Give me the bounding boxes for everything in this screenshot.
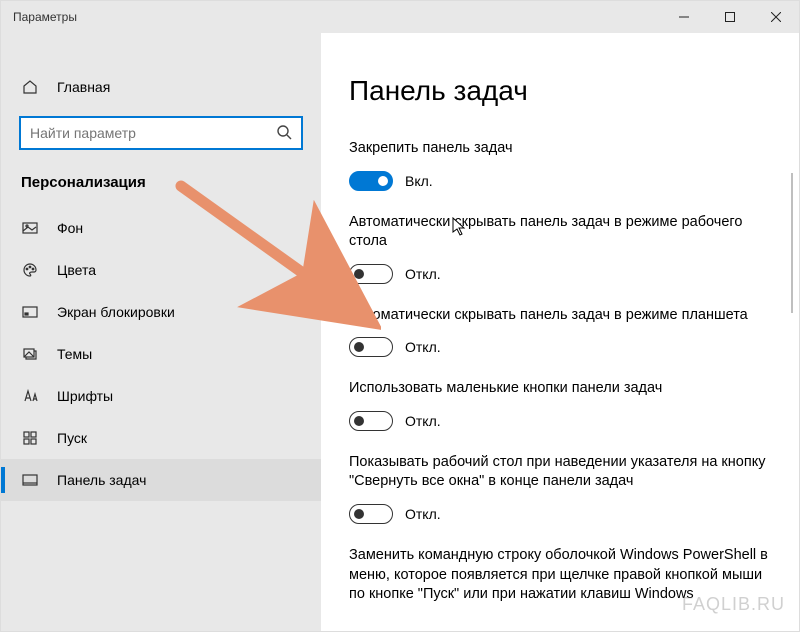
setting-label: Автоматически скрывать панель задач в ре… — [349, 213, 771, 252]
sidebar: Главная Персонализация Фон Цвета Э — [1, 33, 321, 631]
sidebar-item-label: Темы — [57, 346, 92, 362]
minimize-icon — [679, 12, 689, 22]
sidebar-item-colors[interactable]: Цвета — [1, 249, 321, 291]
lockscreen-icon — [21, 303, 39, 321]
sidebar-item-label: Пуск — [57, 430, 87, 446]
setting-autohide-tablet: Автоматически скрывать панель задач в ре… — [349, 306, 771, 358]
toggle-state: Откл. — [405, 339, 441, 355]
toggle-state: Откл. — [405, 413, 441, 429]
setting-label: Показывать рабочий стол при наведении ук… — [349, 453, 771, 492]
search-box[interactable] — [19, 116, 303, 150]
setting-peek-desktop: Показывать рабочий стол при наведении ук… — [349, 453, 771, 524]
nav-home[interactable]: Главная — [1, 68, 321, 110]
sidebar-item-start[interactable]: Пуск — [1, 417, 321, 459]
fonts-icon — [21, 387, 39, 405]
minimize-button[interactable] — [661, 1, 707, 33]
setting-label: Автоматически скрывать панель задач в ре… — [349, 306, 771, 326]
setting-lock-taskbar: Закрепить панель задач Вкл. — [349, 139, 771, 191]
toggle-state: Откл. — [405, 266, 441, 282]
window-title: Параметры — [13, 10, 77, 24]
nav-home-label: Главная — [57, 79, 110, 95]
toggle-autohide-tablet[interactable] — [349, 337, 393, 357]
page-title: Панель задач — [349, 75, 771, 107]
palette-icon — [21, 261, 39, 279]
close-icon — [771, 12, 781, 22]
sidebar-item-background[interactable]: Фон — [1, 207, 321, 249]
maximize-icon — [725, 12, 735, 22]
toggle-lock-taskbar[interactable] — [349, 171, 393, 191]
scrollbar[interactable] — [791, 173, 793, 313]
sidebar-item-label: Шрифты — [57, 388, 113, 404]
sidebar-item-label: Панель задач — [57, 472, 146, 488]
start-icon — [21, 429, 39, 447]
setting-label: Использовать маленькие кнопки панели зад… — [349, 379, 771, 399]
watermark: FAQLIB.RU — [682, 594, 785, 615]
sidebar-item-lockscreen[interactable]: Экран блокировки — [1, 291, 321, 333]
titlebar: Параметры — [1, 1, 799, 33]
setting-autohide-desktop: Автоматически скрывать панель задач в ре… — [349, 213, 771, 284]
themes-icon — [21, 345, 39, 363]
toggle-peek-desktop[interactable] — [349, 504, 393, 524]
toggle-state: Откл. — [405, 506, 441, 522]
setting-small-buttons: Использовать маленькие кнопки панели зад… — [349, 379, 771, 431]
close-button[interactable] — [753, 1, 799, 33]
setting-label: Закрепить панель задач — [349, 139, 771, 159]
sidebar-item-label: Экран блокировки — [57, 304, 175, 320]
picture-icon — [21, 219, 39, 237]
sidebar-item-label: Цвета — [57, 262, 96, 278]
window-controls — [661, 1, 799, 33]
sidebar-item-taskbar[interactable]: Панель задач — [1, 459, 321, 501]
toggle-state: Вкл. — [405, 173, 433, 189]
maximize-button[interactable] — [707, 1, 753, 33]
sidebar-item-themes[interactable]: Темы — [1, 333, 321, 375]
toggle-autohide-desktop[interactable] — [349, 264, 393, 284]
main-content: Панель задач Закрепить панель задач Вкл.… — [321, 33, 799, 631]
sidebar-item-fonts[interactable]: Шрифты — [1, 375, 321, 417]
home-icon — [21, 78, 39, 96]
toggle-small-buttons[interactable] — [349, 411, 393, 431]
search-icon — [276, 124, 292, 143]
taskbar-icon — [21, 471, 39, 489]
sidebar-item-label: Фон — [57, 220, 83, 236]
sidebar-category: Персонализация — [1, 168, 321, 207]
search-input[interactable] — [30, 125, 276, 141]
